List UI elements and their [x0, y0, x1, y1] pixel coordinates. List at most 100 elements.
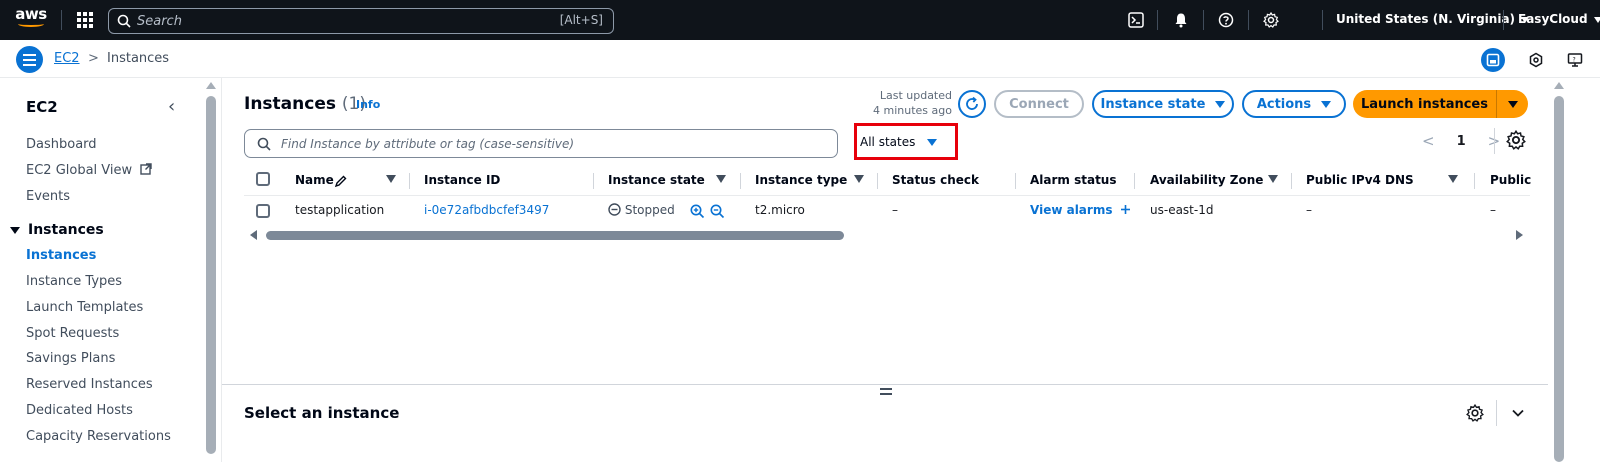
column-header-alarm-status[interactable]: Alarm status	[1030, 173, 1117, 187]
caret-down-icon	[10, 226, 20, 234]
sidebar-item-spot-requests[interactable]: Spot Requests	[26, 326, 119, 341]
column-divider	[877, 173, 878, 189]
cell-instance-id-link[interactable]: i-0e72afbdbcfef3497	[424, 203, 549, 217]
main-vertical-scrollbar[interactable]	[1554, 96, 1564, 462]
sidebar-item-events[interactable]: Events	[26, 189, 70, 204]
sort-icon[interactable]	[854, 175, 864, 183]
sidebar-item-launch-templates[interactable]: Launch Templates	[26, 300, 143, 315]
pager-prev-icon[interactable]: <	[1422, 132, 1435, 150]
main-content: Instances (1) Info Last updated 4 minute…	[222, 78, 1600, 462]
chevron-down-icon[interactable]	[1510, 405, 1526, 421]
sidebar-item-savings-plans[interactable]: Savings Plans	[26, 351, 115, 366]
aws-logo[interactable]: aws	[14, 7, 48, 33]
nav-divider	[1157, 10, 1158, 30]
sidebar-item-global-view[interactable]: EC2 Global View	[26, 163, 152, 178]
info-link[interactable]: Info	[356, 98, 380, 111]
caret-down-icon	[1507, 100, 1518, 108]
view-alarms-label: View alarms	[1030, 203, 1113, 217]
account-menu[interactable]: EasyCloud	[1518, 12, 1600, 26]
search-icon	[117, 14, 131, 28]
column-header-instance-id[interactable]: Instance ID	[424, 173, 500, 187]
last-updated-value: 4 minutes ago	[873, 104, 952, 117]
pager-page[interactable]: 1	[1457, 134, 1466, 149]
column-divider	[1015, 173, 1016, 189]
sidebar-collapse-chevron-icon[interactable]: ‹	[168, 96, 175, 117]
cloudshell-icon[interactable]	[1127, 11, 1145, 29]
instance-filter[interactable]	[244, 129, 838, 158]
connect-button[interactable]: Connect	[994, 90, 1084, 118]
instance-state-button[interactable]: Instance state	[1092, 90, 1234, 118]
state-filter-select[interactable]: All states	[860, 129, 952, 155]
sidebar-section-instances[interactable]: Instances	[10, 222, 104, 238]
column-divider	[1291, 173, 1292, 189]
side-navigation: EC2 ‹ Dashboard EC2 Global View Events I…	[0, 78, 222, 462]
pagination: < 1 >	[1422, 132, 1500, 150]
actions-button[interactable]: Actions	[1242, 90, 1346, 118]
region-selector[interactable]: United States (N. Virginia)	[1336, 12, 1530, 26]
column-divider	[740, 173, 741, 189]
pager-divider	[1494, 128, 1495, 154]
column-header-public-ipv4-dns[interactable]: Public IPv4 DNS	[1306, 173, 1414, 187]
column-divider	[1134, 173, 1135, 189]
table-horizontal-scrollbar[interactable]	[266, 231, 844, 240]
sidebar-item-reserved-instances[interactable]: Reserved Instances	[26, 377, 153, 392]
column-header-instance-type[interactable]: Instance type	[755, 173, 847, 187]
column-header-public[interactable]: Public	[1490, 173, 1531, 187]
help-icon[interactable]	[1217, 11, 1235, 29]
scroll-right-icon[interactable]	[1516, 230, 1523, 240]
plus-icon	[1120, 205, 1130, 214]
nav-divider	[1503, 10, 1504, 30]
column-header-availability-zone[interactable]: Availability Zone	[1150, 173, 1263, 187]
sidebar-scrollbar[interactable]	[206, 96, 216, 454]
column-header-status-check[interactable]: Status check	[892, 173, 979, 187]
column-header-instance-state[interactable]: Instance state	[608, 173, 705, 187]
global-search[interactable]: [Alt+S]	[108, 8, 614, 34]
hamburger-icon	[23, 53, 36, 56]
view-alarms-link[interactable]: View alarms	[1030, 203, 1131, 217]
zoom-out-icon[interactable]	[710, 204, 725, 219]
caret-down-icon	[1321, 100, 1332, 108]
page-title-text: Instances	[244, 94, 336, 114]
table-settings-gear-icon[interactable]	[1506, 130, 1526, 150]
sidebar-item-capacity-reservations[interactable]: Capacity Reservations	[26, 429, 171, 444]
scroll-left-icon[interactable]	[250, 230, 257, 240]
services-grid-icon[interactable]	[77, 12, 93, 28]
gear-icon[interactable]	[1262, 11, 1280, 29]
hexagon-settings-icon[interactable]	[1524, 48, 1548, 72]
sort-icon[interactable]	[386, 175, 396, 183]
monitor-help-icon[interactable]: ?	[1563, 48, 1587, 72]
launch-instances-button[interactable]: Launch instances	[1353, 90, 1496, 118]
sort-icon[interactable]	[1268, 175, 1278, 183]
nav-menu-button[interactable]	[16, 46, 43, 73]
sidebar-item-dashboard[interactable]: Dashboard	[26, 137, 97, 152]
select-all-checkbox[interactable]	[256, 172, 270, 186]
breadcrumb-chevron-icon: >	[88, 51, 99, 66]
column-header-name[interactable]: Name	[295, 173, 334, 187]
sidebar-item-instance-types[interactable]: Instance Types	[26, 274, 122, 289]
sort-icon[interactable]	[1448, 175, 1458, 183]
detail-settings-gear-icon[interactable]	[1466, 404, 1484, 422]
sidebar-scroll-up-icon[interactable]	[206, 82, 216, 89]
aws-smile-icon	[18, 21, 44, 27]
detail-divider	[1496, 400, 1497, 426]
sidebar-item-instances[interactable]: Instances	[26, 248, 96, 263]
search-input[interactable]	[137, 13, 537, 29]
refresh-button[interactable]	[958, 90, 986, 118]
panel-layout-icon[interactable]	[1481, 48, 1505, 72]
detail-panel-title: Select an instance	[244, 404, 400, 422]
drag-handle-icon[interactable]	[880, 388, 892, 396]
zoom-in-icon[interactable]	[690, 204, 705, 219]
main-scroll-up-icon[interactable]	[1554, 82, 1564, 89]
table-row[interactable]: testapplication i-0e72afbdbcfef3497 Stop…	[244, 198, 1530, 228]
launch-instances-dropdown[interactable]	[1496, 90, 1528, 118]
sort-icon[interactable]	[716, 175, 726, 183]
instance-state-label: Instance state	[1100, 96, 1206, 112]
filter-input[interactable]	[281, 136, 821, 151]
row-checkbox[interactable]	[256, 204, 270, 218]
breadcrumb-ec2-link[interactable]: EC2	[54, 51, 80, 66]
external-link-icon	[140, 163, 152, 175]
state-filter-value: All states	[860, 135, 916, 149]
sidebar-item-dedicated-hosts[interactable]: Dedicated Hosts	[26, 403, 133, 418]
bell-icon[interactable]	[1172, 11, 1190, 29]
pencil-edit-icon	[334, 175, 347, 188]
